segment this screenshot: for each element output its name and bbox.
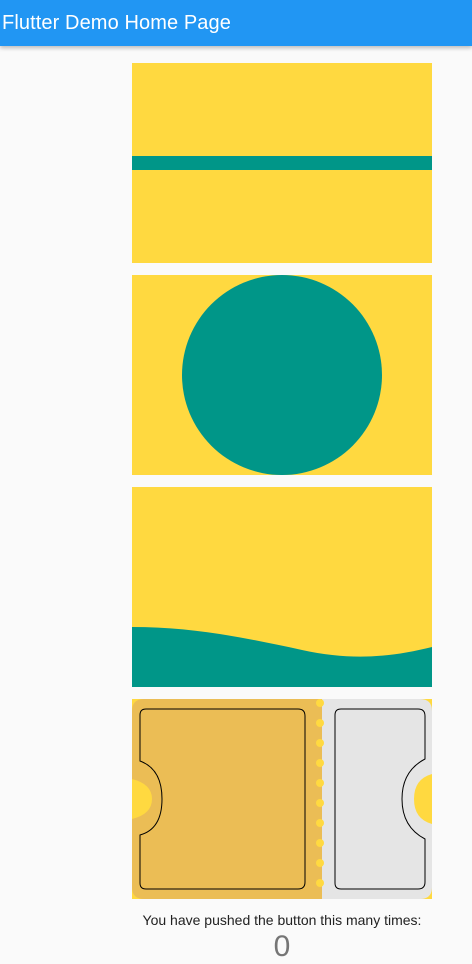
- ticket-left-stub: [132, 699, 318, 899]
- ticket-panel: [132, 699, 432, 899]
- wave-panel: [132, 487, 432, 687]
- circle-panel: [132, 275, 432, 475]
- main-content: You have pushed the button this many tim…: [0, 46, 472, 964]
- stripe-panel-stripe: [132, 156, 432, 170]
- stripe-panel: [132, 63, 432, 263]
- app-bar: Flutter Demo Home Page: [0, 0, 472, 46]
- page-title: Flutter Demo Home Page: [2, 11, 231, 34]
- counter-label: You have pushed the button this many tim…: [142, 912, 422, 928]
- circle-panel-circle: [182, 275, 382, 475]
- counter-value: 0: [273, 930, 291, 963]
- ticket-perforation-strip: [313, 699, 322, 899]
